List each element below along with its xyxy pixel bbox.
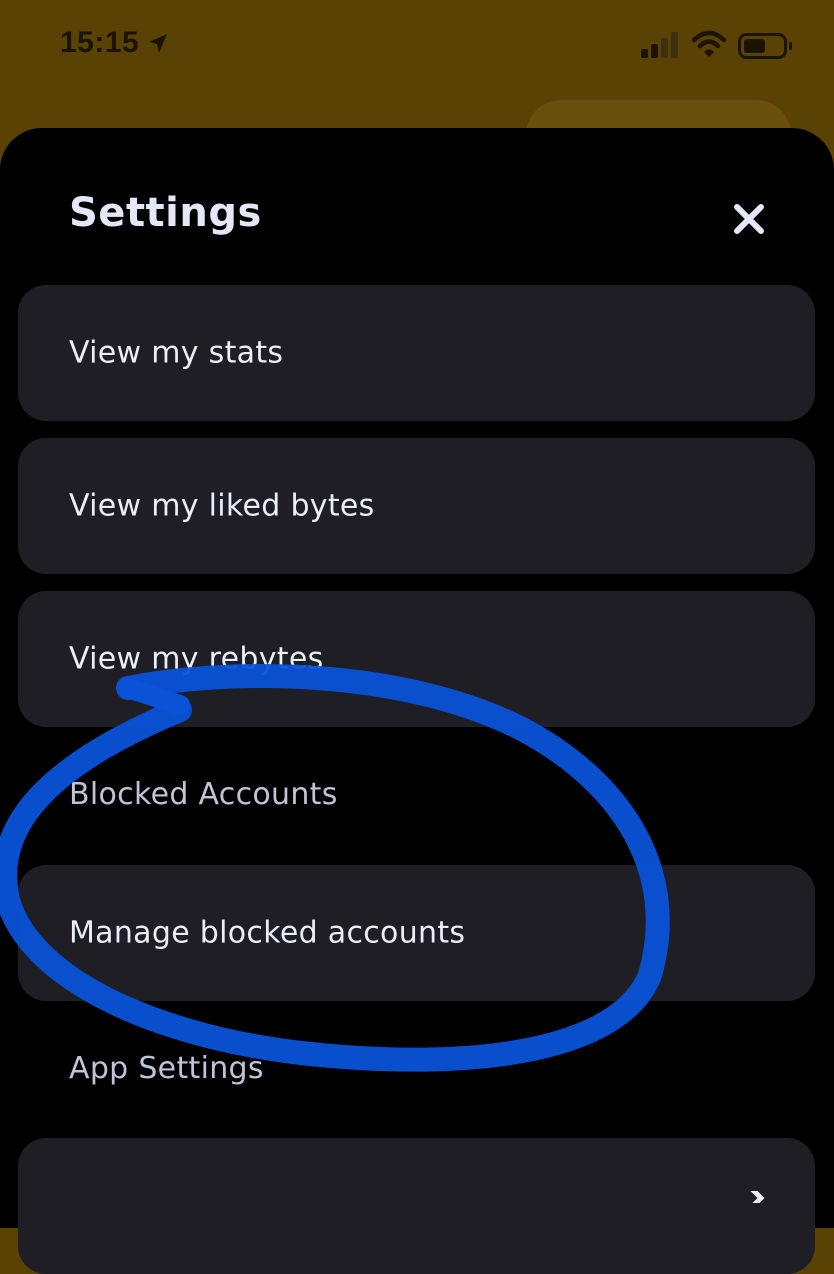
app-settings-item[interactable] <box>18 1138 815 1274</box>
app-settings-header: App Settings <box>69 1051 264 1086</box>
close-icon[interactable] <box>732 202 766 236</box>
view-liked-bytes-label: View my liked bytes <box>69 488 375 524</box>
view-stats-label: View my stats <box>69 335 284 371</box>
view-rebytes-button[interactable]: View my rebytes <box>18 591 815 727</box>
view-liked-bytes-button[interactable]: View my liked bytes <box>18 438 815 574</box>
cellular-signal-icon <box>641 32 681 62</box>
manage-blocked-accounts-button[interactable]: Manage blocked accounts <box>18 865 815 1001</box>
page-title: Settings <box>69 190 262 236</box>
status-bar: 15:15 <box>0 0 834 95</box>
location-arrow-icon <box>147 32 169 60</box>
blocked-accounts-header: Blocked Accounts <box>69 777 338 812</box>
battery-icon <box>738 33 794 63</box>
manage-blocked-accounts-label: Manage blocked accounts <box>69 915 466 951</box>
chevron-right-icon <box>742 1185 766 1211</box>
status-time: 15:15 <box>60 26 140 59</box>
wifi-icon <box>691 30 727 62</box>
view-stats-button[interactable]: View my stats <box>18 285 815 421</box>
view-rebytes-label: View my rebytes <box>69 641 324 677</box>
